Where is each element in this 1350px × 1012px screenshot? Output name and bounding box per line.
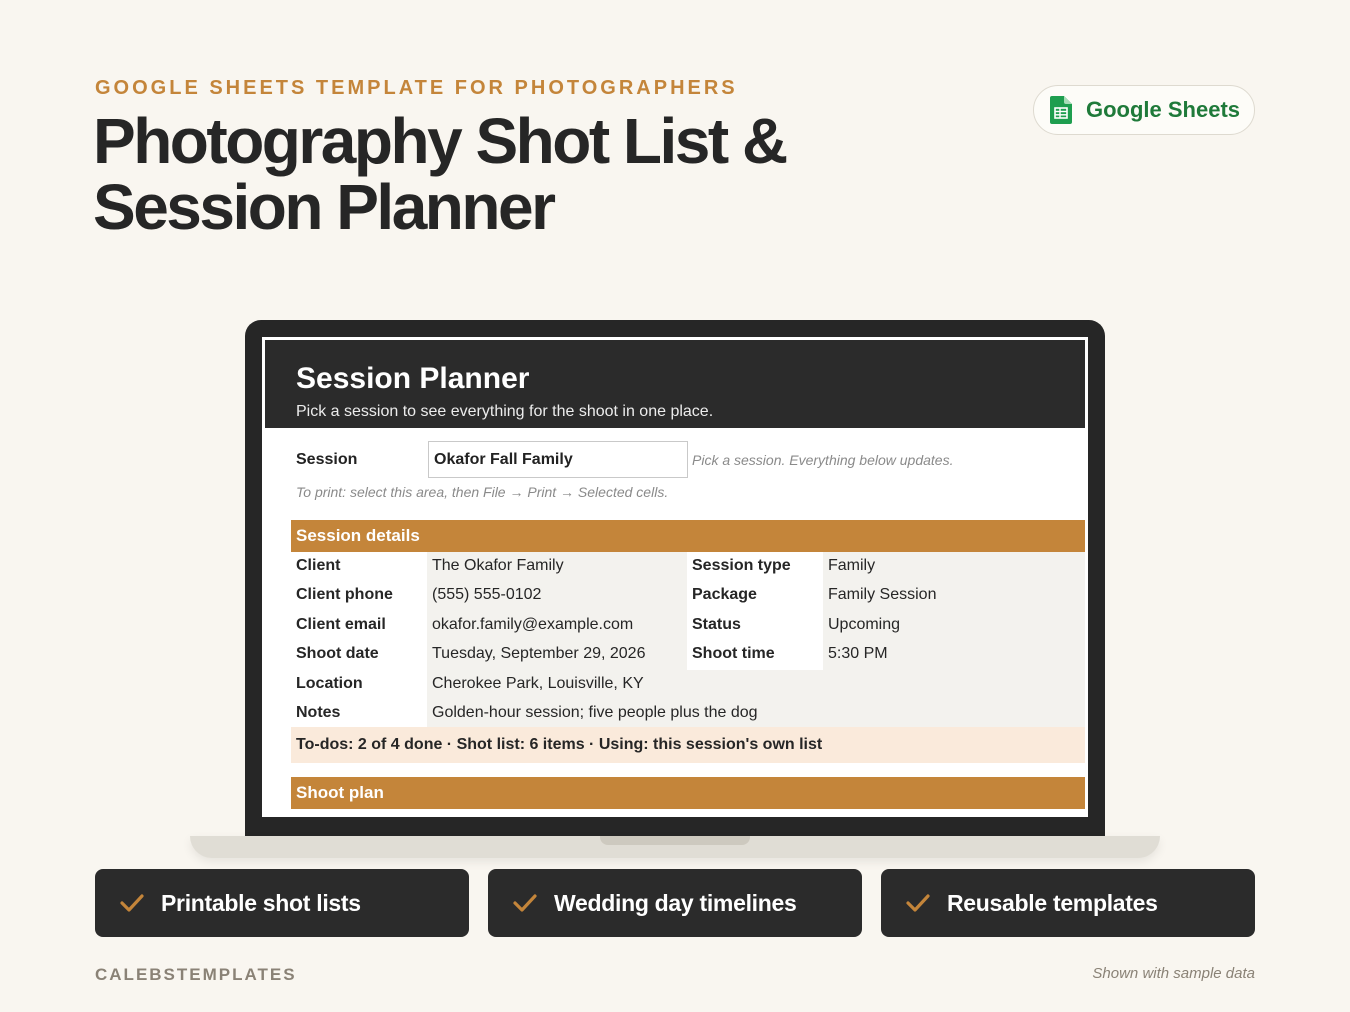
check-icon: [906, 894, 930, 912]
google-sheets-icon: [1050, 96, 1072, 124]
detail-row: Client The Okafor Family Session type Fa…: [291, 552, 1085, 582]
location-value[interactable]: Cherokee Park, Louisville, KY: [427, 670, 1085, 700]
google-sheets-label: Google Sheets: [1086, 97, 1241, 122]
detail-row: Client email okafor.family@example.com S…: [291, 611, 1085, 641]
title-line-1: Photography Shot List &: [93, 105, 788, 177]
laptop-notch: [600, 836, 750, 845]
print-hint: To print: select this area, then File → …: [296, 484, 669, 500]
shoot-date-label: Shoot date: [296, 645, 379, 662]
session-hint: Pick a session. Everything below updates…: [692, 452, 954, 468]
sample-data-note: Shown with sample data: [1092, 965, 1255, 982]
notes-value[interactable]: Golden-hour session; five people plus th…: [427, 699, 1085, 727]
phone-label: Client phone: [296, 586, 393, 603]
client-value[interactable]: The Okafor Family: [427, 552, 687, 582]
status-label: Status: [692, 616, 741, 633]
title-line-2: Session Planner: [93, 171, 556, 243]
eyebrow-text: GOOGLE SHEETS TEMPLATE FOR PHOTOGRAPHERS: [95, 77, 738, 99]
check-icon: [513, 894, 537, 912]
feature-label: Wedding day timelines: [554, 889, 797, 916]
google-sheets-badge[interactable]: Google Sheets: [1033, 85, 1255, 135]
feature-label: Reusable templates: [947, 889, 1158, 916]
notes-label: Notes: [296, 704, 341, 721]
shoot-time-value[interactable]: 5:30 PM: [823, 640, 1085, 670]
session-type-label: Session type: [692, 557, 791, 574]
session-label: Session: [296, 451, 358, 468]
client-label: Client: [296, 557, 341, 574]
check-icon: [120, 894, 144, 912]
session-type-value[interactable]: Family: [823, 552, 1085, 582]
detail-row: Shoot date Tuesday, September 29, 2026 S…: [291, 640, 1085, 670]
email-value[interactable]: okafor.family@example.com: [427, 611, 687, 641]
location-label: Location: [296, 675, 363, 692]
detail-row: Notes Golden-hour session; five people p…: [291, 699, 1085, 727]
status-value[interactable]: Upcoming: [823, 611, 1085, 641]
session-details-header: Session details: [291, 520, 1085, 552]
shoot-plan-header: Shoot plan: [291, 777, 1085, 809]
email-label: Client email: [296, 616, 386, 633]
sheet-subtitle: Pick a session to see everything for the…: [296, 403, 714, 420]
package-label: Package: [692, 586, 757, 603]
detail-row: Client phone (555) 555-0102 Package Fami…: [291, 581, 1085, 611]
sheet-header: Session Planner Pick a session to see ev…: [265, 340, 1085, 428]
brand-name: CALEBSTEMPLATES: [95, 965, 297, 984]
summary-bar: To-dos: 2 of 4 done · Shot list: 6 items…: [291, 727, 1085, 763]
feature-pill: Reusable templates: [881, 869, 1255, 937]
feature-pill: Wedding day timelines: [488, 869, 862, 937]
phone-value[interactable]: (555) 555-0102: [427, 581, 687, 611]
spreadsheet-view: Session Planner Pick a session to see ev…: [262, 337, 1088, 817]
sheet-title: Session Planner: [296, 362, 530, 395]
package-value[interactable]: Family Session: [823, 581, 1085, 611]
shoot-time-label: Shoot time: [692, 645, 775, 662]
feature-label: Printable shot lists: [161, 889, 361, 916]
page-title: Photography Shot List & Session Planner: [93, 108, 853, 240]
shoot-date-value[interactable]: Tuesday, September 29, 2026: [427, 640, 687, 670]
feature-pill: Printable shot lists: [95, 869, 469, 937]
detail-row: Location Cherokee Park, Louisville, KY: [291, 670, 1085, 700]
session-select[interactable]: Okafor Fall Family: [428, 441, 688, 478]
